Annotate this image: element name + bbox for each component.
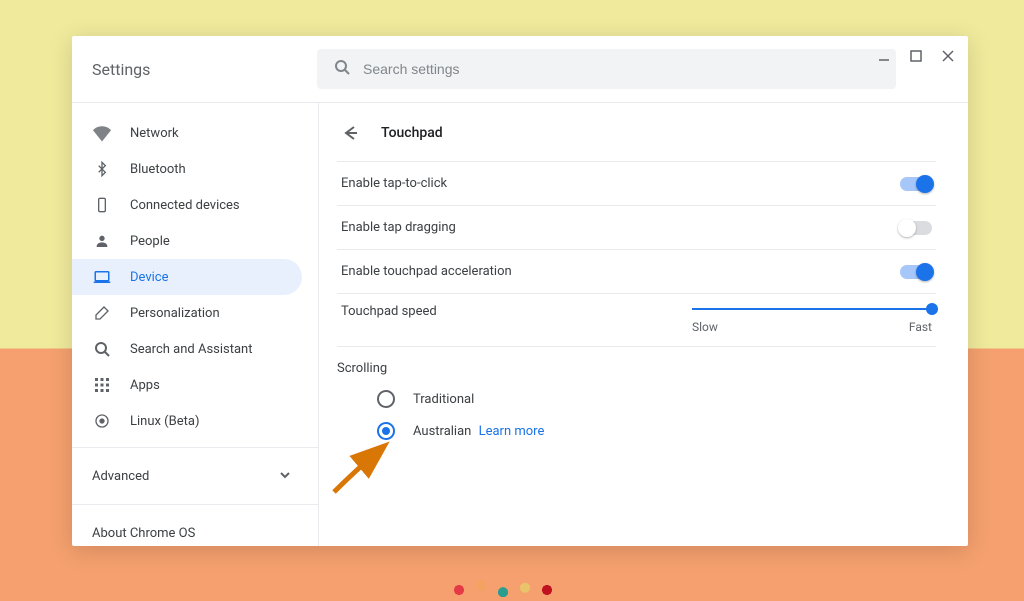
sidebar-item-label: Linux (Beta): [130, 414, 199, 429]
radio-label: Traditional: [413, 392, 474, 407]
app-title: Settings: [92, 60, 317, 79]
sidebar-item-network[interactable]: Network: [72, 115, 302, 151]
toggle-touchpad-accel[interactable]: [900, 265, 932, 279]
learn-more-link[interactable]: Learn more: [479, 424, 545, 439]
search-box[interactable]: [317, 49, 896, 89]
magnify-icon: [92, 339, 112, 359]
speed-slider[interactable]: [692, 308, 932, 310]
setting-touchpad-accel: Enable touchpad acceleration: [337, 249, 936, 293]
sidebar-item-label: Personalization: [130, 306, 220, 321]
setting-label: Touchpad speed: [341, 304, 437, 319]
sidebar-item-label: Search and Assistant: [130, 342, 253, 357]
setting-touchpad-speed: Touchpad speed Slow Fast: [337, 293, 936, 346]
person-icon: [92, 231, 112, 251]
device-icon: [92, 195, 112, 215]
chevron-down-icon: [280, 469, 290, 484]
slider-knob[interactable]: [926, 303, 938, 315]
sidebar-item-apps[interactable]: Apps: [72, 367, 302, 403]
setting-tap-dragging: Enable tap dragging: [337, 205, 936, 249]
sidebar-item-personalization[interactable]: Personalization: [72, 295, 302, 331]
radio-icon: [377, 422, 395, 440]
sidebar-item-label: People: [130, 234, 170, 249]
close-button[interactable]: [936, 44, 960, 68]
maximize-button[interactable]: [904, 44, 928, 68]
setting-label: Enable touchpad acceleration: [341, 264, 512, 279]
settings-window: Settings Network Bluetooth Connected dev…: [72, 36, 968, 546]
toggle-tap-to-click[interactable]: [900, 177, 932, 191]
toggle-tap-dragging[interactable]: [900, 221, 932, 235]
radio-australian[interactable]: Australian Learn more: [337, 408, 936, 440]
sidebar-item-label: Apps: [130, 378, 160, 393]
bluetooth-icon: [92, 159, 112, 179]
sidebar-divider: [72, 504, 318, 505]
sidebar-item-label: Bluetooth: [130, 162, 186, 177]
sidebar-item-device[interactable]: Device: [72, 259, 302, 295]
header: Settings: [72, 36, 968, 102]
advanced-label: Advanced: [92, 469, 149, 484]
search-icon: [333, 58, 351, 80]
brush-icon: [92, 303, 112, 323]
slider-label-slow: Slow: [692, 320, 718, 334]
sidebar-item-search-assistant[interactable]: Search and Assistant: [72, 331, 302, 367]
scrolling-section-label: Scrolling: [337, 346, 936, 376]
wifi-icon: [92, 123, 112, 143]
setting-label: Enable tap-to-click: [341, 176, 447, 191]
content-area: Touchpad Enable tap-to-click Enable tap …: [319, 103, 968, 546]
apps-grid-icon: [92, 375, 112, 395]
minimize-button[interactable]: [872, 44, 896, 68]
about-label: About Chrome OS: [92, 526, 195, 541]
page-header: Touchpad: [337, 121, 936, 161]
search-input[interactable]: [363, 61, 880, 77]
setting-tap-to-click: Enable tap-to-click: [337, 161, 936, 205]
background-decor: [448, 579, 558, 601]
sidebar-divider: [72, 447, 318, 448]
page-title: Touchpad: [381, 125, 443, 141]
sidebar-advanced[interactable]: Advanced: [72, 456, 318, 496]
sidebar-item-connected-devices[interactable]: Connected devices: [72, 187, 302, 223]
sidebar-item-label: Network: [130, 126, 179, 141]
sidebar-item-linux[interactable]: Linux (Beta): [72, 403, 302, 439]
radio-icon: [377, 390, 395, 408]
setting-label: Enable tap dragging: [341, 220, 456, 235]
slider-label-fast: Fast: [909, 320, 932, 334]
linux-icon: [92, 411, 112, 431]
radio-label: Australian: [413, 424, 471, 439]
sidebar-item-bluetooth[interactable]: Bluetooth: [72, 151, 302, 187]
window-controls: [872, 44, 960, 68]
sidebar-item-people[interactable]: People: [72, 223, 302, 259]
sidebar-about[interactable]: About Chrome OS: [72, 513, 318, 546]
sidebar-item-label: Device: [130, 270, 169, 285]
radio-traditional[interactable]: Traditional: [337, 376, 936, 408]
sidebar: Network Bluetooth Connected devices Peop…: [72, 103, 319, 546]
laptop-icon: [92, 267, 112, 287]
back-button[interactable]: [337, 121, 361, 145]
sidebar-item-label: Connected devices: [130, 198, 240, 213]
